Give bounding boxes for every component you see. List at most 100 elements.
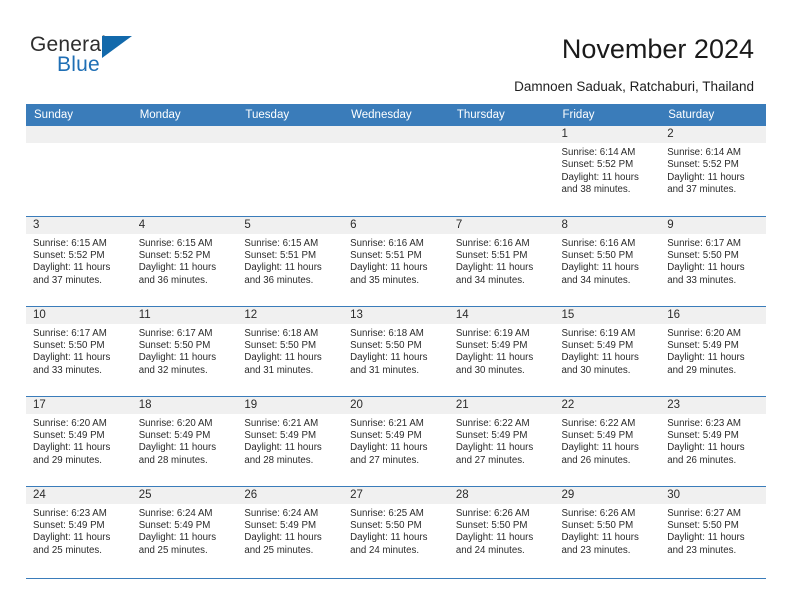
sunset-text: Sunset: 5:50 PM: [350, 339, 422, 351]
calendar-day-cell[interactable]: 5 Sunrise: 6:15 AM Sunset: 5:51 PM Daylight…: [237, 215, 344, 306]
calendar-day-cell[interactable]: 27 Sunrise: 6:25 AM Sunset: 5:50 PM Dayligh…: [343, 485, 449, 576]
day-details: Sunrise: 6:22 AM Sunset: 5:49 PM Daylight:…: [555, 414, 661, 468]
calendar-day-cell[interactable]: 8 Sunrise: 6:16 AM Sunset: 5:50 PM Daylight…: [554, 215, 661, 306]
sunset-text: Sunset: 5:49 PM: [138, 519, 211, 531]
sunset-text: Sunset: 5:49 PM: [667, 339, 739, 351]
page-header: General Blue November 2024 Damnoen Sadua…: [0, 0, 792, 104]
daylight-text-line1: Daylight: 11 hours: [667, 442, 745, 454]
sunset-text: Sunset: 5:52 PM: [138, 249, 211, 261]
calendar-day-cell[interactable]: 23 Sunrise: 6:23 AM Sunset: 5:49 PM Dayligh…: [660, 395, 766, 486]
weekday-header-wednesday: Wednesday: [343, 104, 449, 126]
calendar-day-cell[interactable]: 21 Sunrise: 6:22 AM Sunset: 5:49 PM Dayligh…: [448, 395, 555, 486]
daylight-text-line2: and 27 minutes.: [350, 454, 420, 466]
day-number-empty: [237, 126, 344, 143]
calendar-day-cell[interactable]: 28 Sunrise: 6:26 AM Sunset: 5:50 PM Dayligh…: [448, 485, 555, 576]
day-number: 12: [237, 306, 344, 324]
sunrise-text: Sunrise: 6:24 AM: [138, 507, 213, 519]
sunrise-text: Sunrise: 6:19 AM: [561, 327, 636, 339]
daylight-text-line1: Daylight: 11 hours: [138, 532, 217, 544]
sunset-text: Sunset: 5:51 PM: [244, 249, 317, 261]
sunrise-text: Sunrise: 6:18 AM: [350, 327, 424, 339]
sunrise-text: Sunrise: 6:21 AM: [350, 417, 424, 429]
sunrise-text: Sunrise: 6:21 AM: [244, 417, 319, 429]
sunset-text: Sunset: 5:49 PM: [455, 339, 528, 351]
day-details: Sunrise: 6:19 AM Sunset: 5:49 PM Daylight:…: [449, 324, 555, 378]
sunrise-text: Sunrise: 6:23 AM: [667, 417, 741, 429]
calendar-cell-empty: [343, 126, 449, 216]
calendar-day-cell[interactable]: 20 Sunrise: 6:21 AM Sunset: 5:49 PM Dayligh…: [343, 395, 449, 486]
calendar-day-cell[interactable]: 14 Sunrise: 6:19 AM Sunset: 5:49 PM Dayligh…: [448, 305, 555, 396]
calendar-day-cell[interactable]: 4 Sunrise: 6:15 AM Sunset: 5:52 PM Daylight…: [131, 215, 238, 306]
sunrise-text: Sunrise: 6:26 AM: [561, 507, 636, 519]
daylight-text-line1: Daylight: 11 hours: [138, 442, 217, 454]
day-details: Sunrise: 6:16 AM Sunset: 5:51 PM Daylight:…: [343, 234, 449, 288]
daylight-text-line2: and 31 minutes.: [244, 364, 314, 376]
day-details: Sunrise: 6:23 AM Sunset: 5:49 PM Daylight:…: [660, 414, 766, 468]
brand-logo[interactable]: General Blue: [30, 34, 200, 82]
calendar-day-cell[interactable]: 3 Sunrise: 6:15 AM Sunset: 5:52 PM Daylight…: [26, 215, 132, 306]
calendar-day-cell[interactable]: 6 Sunrise: 6:16 AM Sunset: 5:51 PM Daylight…: [343, 215, 449, 306]
daylight-text-line1: Daylight: 11 hours: [561, 171, 639, 183]
sunset-text: Sunset: 5:50 PM: [455, 519, 528, 531]
day-details: Sunrise: 6:20 AM Sunset: 5:49 PM Daylight:…: [26, 414, 132, 468]
day-number: 5: [237, 216, 344, 234]
day-details: Sunrise: 6:24 AM Sunset: 5:49 PM Daylight:…: [132, 504, 238, 558]
day-number: 24: [26, 486, 132, 504]
day-number: 7: [448, 216, 555, 234]
day-details: Sunrise: 6:18 AM Sunset: 5:50 PM Daylight:…: [343, 324, 449, 378]
calendar-day-cell[interactable]: 12 Sunrise: 6:18 AM Sunset: 5:50 PM Dayligh…: [237, 305, 344, 396]
sunset-text: Sunset: 5:49 PM: [138, 429, 211, 441]
calendar-day-cell[interactable]: 29 Sunrise: 6:26 AM Sunset: 5:50 PM Dayligh…: [554, 485, 661, 576]
day-details: Sunrise: 6:15 AM Sunset: 5:52 PM Daylight:…: [132, 234, 238, 288]
calendar-day-cell[interactable]: 7 Sunrise: 6:16 AM Sunset: 5:51 PM Daylight…: [448, 215, 555, 306]
daylight-text-line2: and 24 minutes.: [350, 544, 420, 556]
daylight-text-line2: and 33 minutes.: [667, 274, 737, 286]
calendar-day-cell[interactable]: 26 Sunrise: 6:24 AM Sunset: 5:49 PM Dayligh…: [237, 485, 344, 576]
sunset-text: Sunset: 5:50 PM: [244, 339, 317, 351]
daylight-text-line1: Daylight: 11 hours: [455, 352, 534, 364]
calendar-day-cell[interactable]: 25 Sunrise: 6:24 AM Sunset: 5:49 PM Dayligh…: [131, 485, 238, 576]
calendar-day-cell[interactable]: 24 Sunrise: 6:23 AM Sunset: 5:49 PM Dayligh…: [26, 485, 132, 576]
sunrise-text: Sunrise: 6:18 AM: [244, 327, 319, 339]
day-number: 18: [131, 396, 238, 414]
sunrise-text: Sunrise: 6:22 AM: [561, 417, 636, 429]
calendar-day-cell[interactable]: 9 Sunrise: 6:17 AM Sunset: 5:50 PM Daylight…: [660, 215, 766, 306]
daylight-text-line1: Daylight: 11 hours: [244, 532, 322, 544]
day-details: Sunrise: 6:14 AM Sunset: 5:52 PM Daylight:…: [555, 143, 661, 197]
calendar-day-cell[interactable]: 19 Sunrise: 6:21 AM Sunset: 5:49 PM Dayligh…: [237, 395, 344, 486]
day-number: 14: [448, 306, 555, 324]
daylight-text-line2: and 33 minutes.: [33, 364, 102, 376]
calendar-day-cell[interactable]: 1 Sunrise: 6:14 AM Sunset: 5:52 PM Daylight…: [554, 126, 661, 216]
daylight-text-line2: and 30 minutes.: [455, 364, 525, 376]
day-number: 19: [237, 396, 344, 414]
daylight-text-line1: Daylight: 11 hours: [455, 532, 534, 544]
sunset-text: Sunset: 5:50 PM: [33, 339, 105, 351]
calendar-day-cell[interactable]: 30 Sunrise: 6:27 AM Sunset: 5:50 PM Dayligh…: [660, 485, 766, 576]
daylight-text-line1: Daylight: 11 hours: [561, 262, 639, 274]
day-number: 9: [660, 216, 766, 234]
day-number: 8: [554, 216, 661, 234]
sunset-text: Sunset: 5:49 PM: [667, 429, 739, 441]
day-details: Sunrise: 6:20 AM Sunset: 5:49 PM Daylight:…: [132, 414, 238, 468]
daylight-text-line2: and 35 minutes.: [350, 274, 420, 286]
calendar-day-cell[interactable]: 2 Sunrise: 6:14 AM Sunset: 5:52 PM Daylight…: [660, 126, 766, 216]
calendar-day-cell[interactable]: 17 Sunrise: 6:20 AM Sunset: 5:49 PM Dayligh…: [26, 395, 132, 486]
sunset-text: Sunset: 5:49 PM: [244, 519, 317, 531]
day-number: 26: [237, 486, 344, 504]
calendar-day-cell[interactable]: 22 Sunrise: 6:22 AM Sunset: 5:49 PM Dayligh…: [554, 395, 661, 486]
calendar-day-cell[interactable]: 11 Sunrise: 6:17 AM Sunset: 5:50 PM Dayligh…: [131, 305, 238, 396]
calendar-day-cell[interactable]: 15 Sunrise: 6:19 AM Sunset: 5:49 PM Dayligh…: [554, 305, 661, 396]
daylight-text-line2: and 29 minutes.: [33, 454, 102, 466]
day-number: 23: [660, 396, 766, 414]
sunset-text: Sunset: 5:50 PM: [350, 519, 422, 531]
sunrise-text: Sunrise: 6:17 AM: [138, 327, 213, 339]
day-number: 15: [554, 306, 661, 324]
calendar-day-cell[interactable]: 18 Sunrise: 6:20 AM Sunset: 5:49 PM Dayligh…: [131, 395, 238, 486]
day-number-empty: [131, 126, 238, 143]
daylight-text-line2: and 36 minutes.: [244, 274, 314, 286]
calendar-day-cell[interactable]: 10 Sunrise: 6:17 AM Sunset: 5:50 PM Dayligh…: [26, 305, 132, 396]
calendar-day-cell[interactable]: 13 Sunrise: 6:18 AM Sunset: 5:50 PM Dayligh…: [343, 305, 449, 396]
calendar-day-cell[interactable]: 16 Sunrise: 6:20 AM Sunset: 5:49 PM Dayligh…: [660, 305, 766, 396]
day-details: Sunrise: 6:17 AM Sunset: 5:50 PM Daylight:…: [660, 234, 766, 288]
page-title: November 2024: [561, 34, 754, 64]
